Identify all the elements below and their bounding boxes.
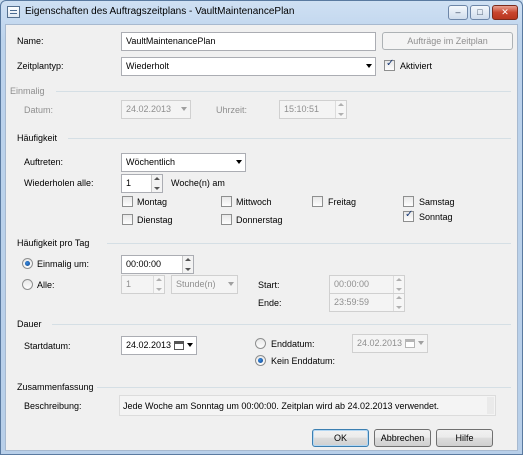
- dialog-client-area: Name: VaultMaintenancePlan Aufträge im Z…: [5, 24, 518, 451]
- chevron-down-icon: [181, 107, 187, 111]
- chevron-down-icon: [187, 343, 193, 347]
- start-date-value: 24.02.2013: [126, 340, 172, 350]
- daily-frequency-heading: Häufigkeit pro Tag: [17, 238, 90, 248]
- every-unit-select[interactable]: Stunde(n): [171, 275, 238, 294]
- day-label-sunday: Sonntag: [419, 212, 453, 222]
- spinner-icon[interactable]: [182, 256, 193, 273]
- schedule-type-value: Wiederholt: [126, 61, 170, 71]
- every-label: Alle:: [37, 280, 55, 290]
- name-label: Name:: [17, 36, 44, 46]
- spinner-icon[interactable]: [393, 294, 404, 311]
- recurs-label: Wiederholen alle:: [24, 178, 94, 188]
- enabled-checkbox[interactable]: [384, 58, 395, 71]
- day-label-thursday: Donnerstag: [236, 215, 283, 225]
- day-checkbox-friday[interactable]: [312, 196, 323, 207]
- name-input[interactable]: VaultMaintenancePlan: [121, 32, 376, 51]
- every-interval-input[interactable]: 1: [121, 275, 165, 294]
- once-heading: Einmalig: [10, 86, 45, 96]
- daily-frequency-divider: [107, 243, 511, 244]
- once-at-radio[interactable]: [22, 258, 33, 269]
- maximize-button[interactable]: □: [470, 5, 490, 20]
- spinner-icon[interactable]: [151, 175, 162, 192]
- recurs-value: 1: [126, 178, 132, 188]
- chevron-down-icon: [236, 160, 242, 164]
- spinner-icon[interactable]: [153, 276, 164, 293]
- minimize-button[interactable]: –: [448, 5, 468, 20]
- end-time-input[interactable]: 23:59:59: [329, 293, 405, 312]
- spinner-icon[interactable]: [335, 101, 346, 118]
- recurs-input[interactable]: 1: [121, 174, 163, 193]
- day-checkbox-tuesday[interactable]: [122, 214, 133, 225]
- once-date-picker[interactable]: 24.02.2013: [121, 100, 191, 119]
- calendar-icon[interactable]: [174, 341, 184, 350]
- schedule-type-select[interactable]: Wiederholt: [121, 57, 376, 76]
- duration-divider: [52, 324, 511, 325]
- title-bar: Eigenschaften des Auftragszeitplans - Va…: [1, 1, 522, 23]
- day-checkbox-sunday[interactable]: [403, 209, 414, 222]
- close-button[interactable]: ✕: [492, 5, 518, 20]
- day-checkbox-saturday[interactable]: [403, 196, 414, 207]
- calendar-icon[interactable]: [405, 339, 415, 348]
- spinner-icon[interactable]: [393, 276, 404, 293]
- every-radio[interactable]: [22, 279, 33, 290]
- frequency-divider: [68, 138, 511, 139]
- help-button[interactable]: Hilfe: [436, 429, 493, 447]
- day-label-monday: Montag: [137, 197, 168, 207]
- cancel-button[interactable]: Abbrechen: [374, 429, 431, 447]
- once-at-time-input[interactable]: 00:00:00: [121, 255, 194, 274]
- start-date-label: Startdatum:: [24, 341, 71, 351]
- recurs-unit-label: Woche(n) am: [171, 178, 225, 188]
- end-date-radio[interactable]: [255, 338, 266, 349]
- day-label-friday: Freitag: [328, 197, 357, 207]
- chevron-down-icon: [366, 64, 372, 68]
- day-checkbox-thursday[interactable]: [221, 214, 232, 225]
- frequency-heading: Häufigkeit: [17, 133, 58, 143]
- day-label-wednesday: Mittwoch: [236, 197, 272, 207]
- schedule-app-icon: [7, 6, 20, 18]
- end-time-label: Ende:: [258, 298, 282, 308]
- once-at-time-value: 00:00:00: [126, 259, 162, 269]
- description-scrollbar[interactable]: [487, 397, 494, 414]
- occurs-value: Wöchentlich: [126, 157, 176, 167]
- end-date-label: Enddatum:: [271, 339, 315, 349]
- start-time-input[interactable]: 00:00:00: [329, 275, 405, 294]
- start-time-value: 00:00:00: [334, 279, 370, 289]
- every-unit-value: Stunde(n): [176, 279, 216, 289]
- once-time-label: Uhrzeit:: [216, 105, 248, 115]
- no-end-date-label: Kein Enddatum:: [271, 356, 336, 366]
- dialog-window: Eigenschaften des Auftragszeitplans - Va…: [0, 0, 523, 455]
- day-label-saturday: Samstag: [419, 197, 455, 207]
- summary-heading: Zusammenfassung: [17, 382, 94, 392]
- start-time-label: Start:: [258, 280, 280, 290]
- chevron-down-icon: [418, 341, 424, 345]
- day-checkbox-monday[interactable]: [122, 196, 133, 207]
- description-label: Beschreibung:: [24, 401, 82, 411]
- once-at-label: Einmalig um:: [37, 259, 90, 269]
- no-end-date-radio[interactable]: [255, 355, 266, 366]
- start-date-picker[interactable]: 24.02.2013: [121, 336, 197, 355]
- end-date-value: 24.02.2013: [357, 338, 403, 348]
- schedule-type-label: Zeitplantyp:: [17, 61, 64, 71]
- jobs-in-schedule-button[interactable]: Aufträge im Zeitplan: [382, 32, 513, 50]
- once-date-value: 24.02.2013: [126, 104, 172, 114]
- end-time-value: 23:59:59: [334, 297, 370, 307]
- ok-button[interactable]: OK: [312, 429, 369, 447]
- end-date-picker[interactable]: 24.02.2013: [352, 334, 428, 353]
- description-text: Jede Woche am Sonntag um 00:00:00. Zeitp…: [123, 401, 440, 411]
- day-label-tuesday: Dienstag: [137, 215, 173, 225]
- chevron-down-icon: [228, 282, 234, 286]
- once-time-input[interactable]: 15:10:51: [279, 100, 347, 119]
- once-time-value: 15:10:51: [284, 104, 320, 114]
- once-divider: [56, 91, 511, 92]
- every-interval-value: 1: [126, 279, 132, 289]
- enabled-label: Aktiviert: [400, 61, 433, 71]
- summary-divider: [97, 387, 511, 388]
- duration-heading: Dauer: [17, 319, 42, 329]
- window-title: Eigenschaften des Auftragszeitplans - Va…: [25, 6, 295, 17]
- occurs-select[interactable]: Wöchentlich: [121, 153, 246, 172]
- day-checkbox-wednesday[interactable]: [221, 196, 232, 207]
- once-date-label: Datum:: [24, 105, 54, 115]
- description-box: Jede Woche am Sonntag um 00:00:00. Zeitp…: [119, 395, 496, 416]
- occurs-label: Auftreten:: [24, 157, 64, 167]
